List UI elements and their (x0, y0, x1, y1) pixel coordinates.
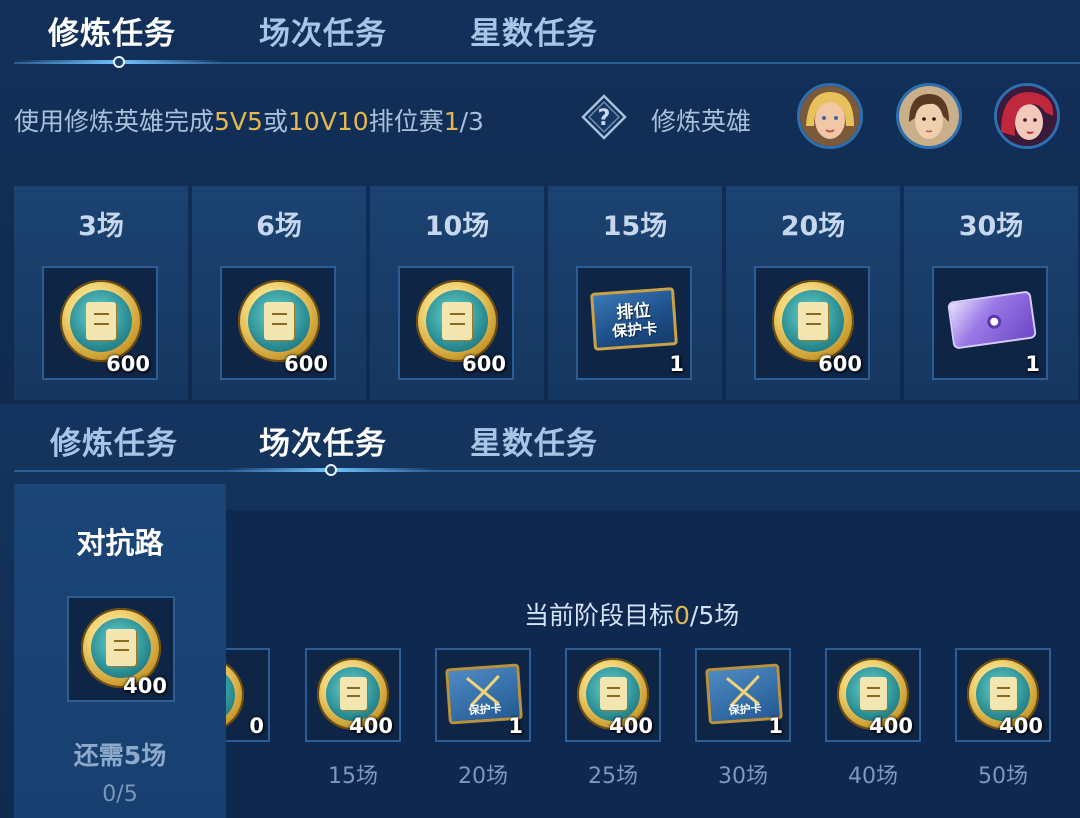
reward-item[interactable]: 600 (398, 266, 514, 380)
goal-suffix: /5场 (689, 601, 740, 630)
milestone-label: 25场 (588, 764, 638, 789)
hero-avatar-brown-hair[interactable] (896, 83, 962, 149)
reward-column-15: 15场 排位 保护卡 1 (548, 186, 722, 400)
reward-count: 400 (123, 674, 167, 698)
milestone-label: 40场 (848, 764, 898, 789)
active-tab-dot (325, 464, 337, 476)
tab-match-count-task[interactable]: 场次任务 (259, 8, 387, 53)
task-mode-5v5: 5V5 (214, 107, 263, 136)
hero-portrait-icon (899, 86, 959, 146)
hero-avatar-red-hair[interactable] (994, 83, 1060, 149)
milestone-label: 30场 (718, 764, 768, 789)
purple-ticket-icon (947, 290, 1037, 350)
reward-count: 600 (284, 352, 328, 376)
task-progress-total: /3 (459, 107, 484, 136)
question-mark-diamond-icon[interactable]: ? (580, 93, 628, 141)
hero-portrait-icon (997, 86, 1057, 146)
coin-scroll-icon (238, 280, 320, 362)
coin-scroll-icon (772, 280, 854, 362)
reward-count: 400 (349, 714, 393, 738)
svg-text:?: ? (598, 106, 611, 131)
milestone-item-50[interactable]: 400 (955, 648, 1051, 742)
reward-count: 400 (999, 714, 1043, 738)
reward-count: 1 (669, 352, 684, 376)
reward-title: 3场 (78, 211, 124, 242)
reward-count: 600 (462, 352, 506, 376)
task-description: 使用修炼英雄完成5V5或10V10排位赛1/3 (14, 102, 484, 138)
goal-current: 0 (674, 601, 690, 630)
reward-column-30: 30场 1 (904, 186, 1078, 400)
milestone-label: 15场 (328, 764, 378, 789)
milestone-item-30[interactable]: 保护卡 1 (695, 648, 791, 742)
reward-column-20: 20场 600 (726, 186, 900, 400)
reward-count: 400 (609, 714, 653, 738)
lane-progress-text: 0/5 (102, 782, 138, 807)
task-mode-10v10: 10V10 (287, 107, 369, 136)
reward-title: 15场 (602, 211, 668, 242)
rank-protection-card-icon: 排位 保护卡 (590, 287, 678, 351)
tab-divider (14, 470, 1080, 472)
reward-item[interactable]: 600 (220, 266, 336, 380)
reward-column-6: 6场 600 (192, 186, 366, 400)
reward-count: 600 (106, 352, 150, 376)
coin-scroll-icon (416, 280, 498, 362)
reward-count: 600 (818, 352, 862, 376)
task-suffix: 排位赛 (368, 107, 444, 136)
reward-count: 1 (508, 714, 523, 738)
reward-item[interactable]: 1 (932, 266, 1048, 380)
reward-count: 400 (869, 714, 913, 738)
top-task-panel: 修炼任务 场次任务 星数任务 使用修炼英雄完成5V5或10V10排位赛1/3 ?… (0, 0, 1080, 404)
task-progress-current: 1 (443, 107, 460, 136)
reward-column-3: 3场 600 (14, 186, 188, 400)
milestone-item-20[interactable]: 保护卡 1 (435, 648, 531, 742)
tab-star-count-task[interactable]: 星数任务 (470, 418, 598, 463)
reward-title: 10场 (424, 211, 490, 242)
reward-column-10: 10场 600 (370, 186, 544, 400)
tab-star-count-task[interactable]: 星数任务 (470, 8, 598, 53)
lane-reward-item[interactable]: 400 (67, 596, 175, 702)
reward-item[interactable]: 排位 保护卡 1 (576, 266, 692, 380)
reward-count: 1 (1025, 352, 1040, 376)
reward-title: 6场 (256, 211, 302, 242)
reward-count: 0 (249, 714, 264, 738)
milestone-item-40[interactable]: 400 (825, 648, 921, 742)
milestone-label: 20场 (458, 764, 508, 789)
reward-title: 20场 (780, 211, 846, 242)
coin-scroll-icon (226, 658, 244, 732)
hero-portrait-icon (800, 86, 860, 146)
active-tab-dot (113, 56, 125, 68)
milestone-label: 50场 (978, 764, 1028, 789)
card-text-protection: 保护卡 (611, 319, 658, 341)
milestone-item-partial[interactable]: 0 (226, 648, 270, 742)
remaining-matches-text: 还需5场 (73, 741, 167, 770)
coin-scroll-icon (60, 280, 142, 362)
milestone-item-15[interactable]: 400 (305, 648, 401, 742)
stage-goal-text: 当前阶段目标0/5场 (524, 596, 739, 632)
milestone-item-25[interactable]: 400 (565, 648, 661, 742)
hero-avatar-blonde[interactable] (797, 83, 863, 149)
task-or: 或 (262, 107, 288, 136)
reward-item[interactable]: 600 (754, 266, 870, 380)
reward-count: 1 (768, 714, 783, 738)
lane-sidebar-clash-lane[interactable]: 对抗路 400 还需5场 0/5 (14, 484, 226, 818)
reward-item[interactable]: 600 (42, 266, 158, 380)
tab-match-count-task[interactable]: 场次任务 (259, 418, 387, 463)
tab-training-task[interactable]: 修炼任务 (48, 8, 176, 53)
goal-prefix: 当前阶段目标 (524, 601, 675, 630)
tab-training-task[interactable]: 修炼任务 (50, 418, 178, 463)
task-text: 使用修炼英雄完成 (14, 107, 215, 136)
lane-title: 对抗路 (76, 526, 164, 560)
reward-title: 30场 (958, 211, 1024, 242)
training-heroes-label: 修炼英雄 (651, 107, 752, 136)
